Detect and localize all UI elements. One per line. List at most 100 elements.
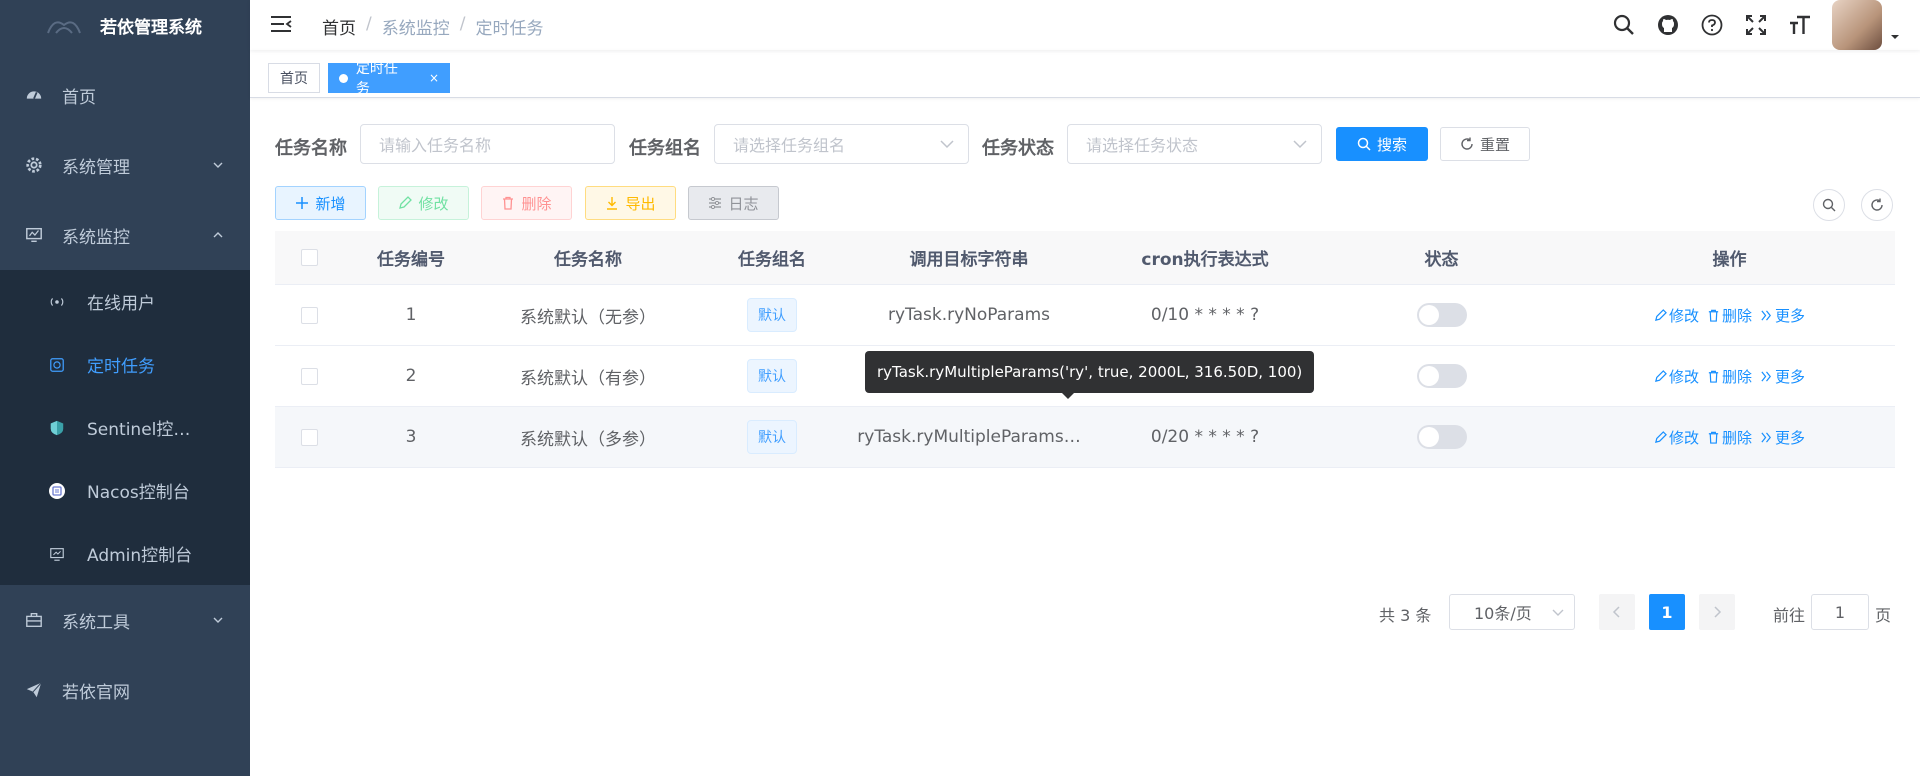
sentinel-icon: [48, 419, 66, 437]
column-header: 任务组名: [738, 250, 806, 270]
chevron-down-icon: [1552, 608, 1564, 617]
refresh-icon: [1461, 137, 1473, 150]
table-header: 任务编号 任务名称 任务组名 调用目标字符串 cron执行表达式 状态 操作: [275, 231, 1895, 285]
sidebar-item-online-users[interactable]: 在线用户: [0, 270, 250, 333]
row-more-link[interactable]: 更多: [1760, 427, 1805, 448]
refresh-icon: [1871, 198, 1883, 211]
github-icon[interactable]: [1656, 13, 1680, 37]
row-edit-link[interactable]: 修改: [1654, 305, 1699, 326]
logo[interactable]: 若依管理系统: [0, 0, 250, 50]
job-name-input[interactable]: 请输入任务名称: [360, 124, 615, 164]
sidebar-item-admin[interactable]: Admin控制台: [0, 522, 250, 585]
breadcrumb-separator: /: [459, 14, 466, 34]
status-placeholder: 请选择任务状态: [1086, 136, 1199, 155]
job-group-cell: 默认: [697, 407, 847, 467]
reset-button[interactable]: 重置: [1440, 127, 1530, 161]
monitor-submenu: 在线用户 定时任务 Sentinel控… Nacos控制台 Admin控制台: [0, 270, 250, 585]
job-group-cell: 默认: [697, 346, 847, 406]
row-edit-link[interactable]: 修改: [1654, 427, 1699, 448]
chevron-up-icon: [212, 229, 224, 241]
chevron-down-icon: [1293, 139, 1307, 149]
row-edit-label: 修改: [1668, 306, 1699, 325]
log-button[interactable]: 日志: [688, 186, 779, 220]
sidebar-item-label: 系统管理: [62, 157, 130, 178]
help-icon[interactable]: [1700, 13, 1724, 37]
export-button[interactable]: 导出: [585, 186, 676, 220]
toggle-search-button[interactable]: [1813, 189, 1845, 221]
status-switch[interactable]: [1416, 425, 1467, 449]
breadcrumb-current: 定时任务: [475, 19, 544, 39]
sidebar-item-label: Nacos控制台: [87, 483, 190, 503]
hamburger-icon[interactable]: [270, 14, 292, 34]
delete-button[interactable]: 删除: [481, 186, 572, 220]
font-size-icon[interactable]: [1788, 13, 1812, 37]
fullscreen-icon[interactable]: [1744, 13, 1768, 37]
row-edit-label: 修改: [1668, 428, 1699, 447]
sidebar-item-tools[interactable]: 系统工具: [0, 585, 250, 655]
row-delete-label: 删除: [1721, 367, 1752, 386]
reset-button-label: 重置: [1479, 135, 1510, 154]
job-icon: [48, 356, 66, 374]
next-page-button[interactable]: [1699, 594, 1735, 630]
row-more-link[interactable]: 更多: [1760, 366, 1805, 387]
plus-icon: [296, 197, 309, 209]
sidebar-item-website[interactable]: 若依官网: [0, 655, 250, 725]
edit-icon: [399, 196, 413, 209]
row-delete-link[interactable]: 删除: [1707, 427, 1752, 448]
sidebar-item-label: Admin控制台: [87, 546, 193, 566]
invoke-target: ryTask.ryNoParams: [887, 305, 1051, 325]
job-id: 3: [405, 427, 417, 447]
sidebar-item-nacos[interactable]: Nacos控制台: [0, 459, 250, 522]
caret-down-icon[interactable]: [1890, 32, 1900, 42]
status-switch[interactable]: [1416, 364, 1467, 388]
sidebar-item-label: 在线用户: [87, 294, 155, 314]
chevron-down-icon: [940, 139, 954, 149]
prev-page-button[interactable]: [1599, 594, 1635, 630]
sidebar-item-job[interactable]: 定时任务: [0, 333, 250, 396]
breadcrumb-home[interactable]: 首页: [322, 14, 356, 39]
edit-button[interactable]: 修改: [378, 186, 469, 220]
add-button[interactable]: 新增: [275, 186, 366, 220]
tags-view: 首页 定时任务 ×: [250, 50, 1920, 98]
row-checkbox[interactable]: [300, 428, 318, 446]
cron-expression: 0/20 * * * * ?: [1150, 427, 1260, 447]
job-name: 系统默认（无参）: [520, 307, 656, 328]
column-header: 调用目标字符串: [909, 250, 1029, 270]
tag-home[interactable]: 首页: [268, 63, 320, 93]
job-group-cell: 默认: [697, 285, 847, 345]
table-row[interactable]: 3 系统默认（多参） 默认 ryTask.ryMultipleParams… 0…: [275, 407, 1895, 468]
row-checkbox[interactable]: [300, 367, 318, 385]
avatar[interactable]: [1832, 0, 1882, 50]
row-checkbox[interactable]: [300, 306, 318, 324]
row-more-link[interactable]: 更多: [1760, 305, 1805, 326]
status-select[interactable]: 请选择任务状态: [1067, 124, 1322, 164]
goto-page-input[interactable]: 1: [1811, 594, 1869, 630]
status-cell: [1319, 407, 1564, 467]
row-select-cell: [275, 285, 343, 345]
sidebar-item-home[interactable]: 首页: [0, 60, 250, 130]
sidebar-item-label: 首页: [62, 87, 96, 108]
search-button[interactable]: 搜索: [1336, 127, 1428, 161]
row-delete-link[interactable]: 删除: [1707, 305, 1752, 326]
sidebar-item-monitor[interactable]: 系统监控: [0, 200, 250, 270]
row-select-cell: [275, 346, 343, 406]
tag-job[interactable]: 定时任务 ×: [328, 61, 450, 97]
job-group-select[interactable]: 请选择任务组名: [714, 124, 969, 164]
status-switch[interactable]: [1416, 303, 1467, 327]
select-all-checkbox[interactable]: [300, 249, 318, 266]
table-row[interactable]: 1 系统默认（无参） 默认 ryTask.ryNoParams 0/10 * *…: [275, 285, 1895, 346]
row-delete-label: 删除: [1721, 428, 1752, 447]
refresh-table-button[interactable]: [1861, 189, 1893, 221]
sidebar-item-sentinel[interactable]: Sentinel控…: [0, 396, 250, 459]
monitor-icon: [24, 225, 44, 245]
search-icon[interactable]: [1612, 13, 1636, 37]
row-delete-link[interactable]: 删除: [1707, 366, 1752, 387]
job-name-placeholder: 请输入任务名称: [379, 136, 492, 155]
close-icon[interactable]: ×: [429, 71, 439, 85]
sidebar-item-system[interactable]: 系统管理: [0, 130, 250, 200]
row-edit-link[interactable]: 修改: [1654, 366, 1699, 387]
page-number-current[interactable]: 1: [1649, 594, 1685, 630]
page-size-select[interactable]: 10条/页: [1449, 594, 1575, 630]
invoke-target[interactable]: ryTask.ryMultipleParams…: [847, 407, 1091, 467]
operations-cell: 修改 删除 更多: [1564, 407, 1895, 467]
